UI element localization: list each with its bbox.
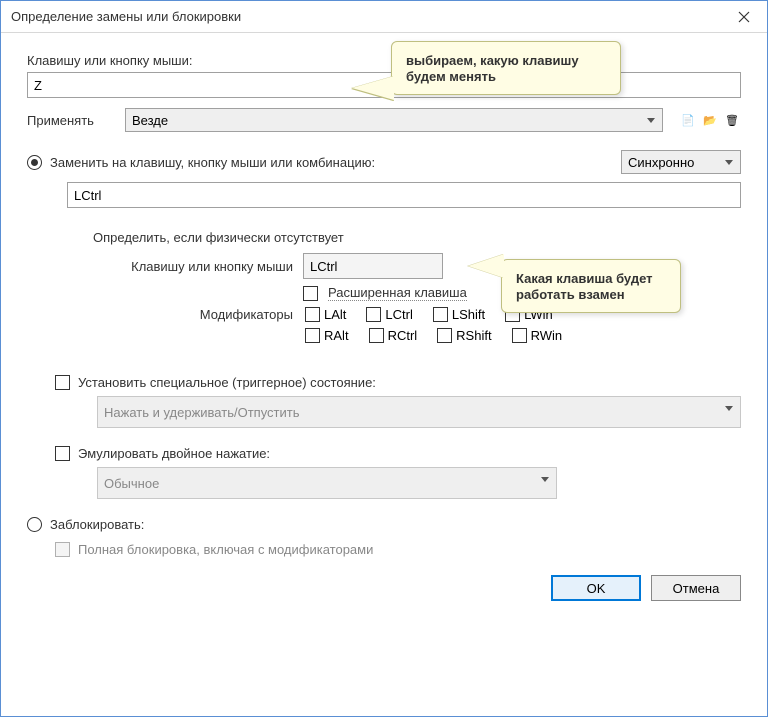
mod-lalt-label: LAlt (324, 307, 346, 322)
new-icon[interactable]: 📄 (679, 111, 697, 129)
trigger-state-label: Установить специальное (триггерное) сост… (78, 375, 376, 390)
double-press-select[interactable]: Обычное (97, 467, 557, 499)
annotation-text-2: Какая клавиша будет работать взамен (516, 271, 653, 302)
replace-radio-label: Заменить на клавишу, кнопку мыши или ком… (50, 155, 375, 170)
trigger-state-checkbox[interactable] (55, 375, 70, 390)
mod-ralt-label: RAlt (324, 328, 349, 343)
double-press-label: Эмулировать двойное нажатие: (78, 446, 270, 461)
apply-toolbar: 📄 📂 🗑 (679, 111, 741, 129)
callout-tail-icon (352, 76, 394, 100)
extended-key-checkbox[interactable] (303, 286, 318, 301)
delete-icon[interactable]: 🗑 (723, 111, 741, 129)
mod-rshift-label: RShift (456, 328, 491, 343)
mod-rctrl-label: RCtrl (388, 328, 418, 343)
mod-lalt-checkbox[interactable] (305, 307, 320, 322)
apply-label: Применять (27, 113, 117, 128)
modifiers-label: Модификаторы (93, 307, 293, 322)
annotation-callout-2: Какая клавиша будет работать взамен (501, 259, 681, 313)
ok-button-label: OK (587, 581, 606, 596)
mod-rctrl-checkbox[interactable] (369, 328, 384, 343)
inner-key-input[interactable] (303, 253, 443, 279)
sync-select[interactable]: Синхронно (621, 150, 741, 174)
mod-lctrl-checkbox[interactable] (366, 307, 381, 322)
double-press-value: Обычное (104, 476, 159, 491)
mod-rshift-checkbox[interactable] (437, 328, 452, 343)
cancel-button[interactable]: Отмена (651, 575, 741, 601)
source-key-label: Клавишу или кнопку мыши: (27, 53, 741, 68)
mod-rwin-checkbox[interactable] (512, 328, 527, 343)
mod-ralt-checkbox[interactable] (305, 328, 320, 343)
cancel-button-label: Отмена (673, 581, 720, 596)
target-key-input[interactable] (67, 182, 741, 208)
full-block-checkbox (55, 542, 70, 557)
block-radio-label: Заблокировать: (50, 517, 144, 532)
titlebar: Определение замены или блокировки (1, 1, 767, 33)
define-absent-title: Определить, если физически отсутствует (93, 230, 741, 245)
sync-select-value: Синхронно (628, 155, 694, 170)
mod-lshift-label: LShift (452, 307, 485, 322)
trigger-state-select[interactable]: Нажать и удерживать/Отпустить (97, 396, 741, 428)
apply-select-value: Везде (132, 113, 168, 128)
callout-tail-icon (468, 254, 504, 278)
mod-rwin-label: RWin (531, 328, 563, 343)
replace-radio[interactable] (27, 155, 42, 170)
mod-lctrl-label: LCtrl (385, 307, 412, 322)
dialog-window: Определение замены или блокировки Клавиш… (0, 0, 768, 717)
open-icon[interactable]: 📂 (701, 111, 719, 129)
full-block-label: Полная блокировка, включая с модификатор… (78, 542, 373, 557)
annotation-callout-1: выбираем, какую клавишу будем менять (391, 41, 621, 95)
annotation-text-1: выбираем, какую клавишу будем менять (406, 53, 579, 84)
extended-key-label: Расширенная клавиша (328, 285, 467, 301)
window-title: Определение замены или блокировки (11, 9, 241, 24)
modifiers-row2: RAlt RCtrl RShift RWin (305, 328, 562, 343)
trigger-state-value: Нажать и удерживать/Отпустить (104, 405, 300, 420)
close-icon (738, 11, 750, 23)
inner-key-label: Клавишу или кнопку мыши (93, 259, 293, 274)
double-press-checkbox[interactable] (55, 446, 70, 461)
apply-select[interactable]: Везде (125, 108, 663, 132)
ok-button[interactable]: OK (551, 575, 641, 601)
block-radio[interactable] (27, 517, 42, 532)
mod-lshift-checkbox[interactable] (433, 307, 448, 322)
close-button[interactable] (721, 1, 767, 33)
